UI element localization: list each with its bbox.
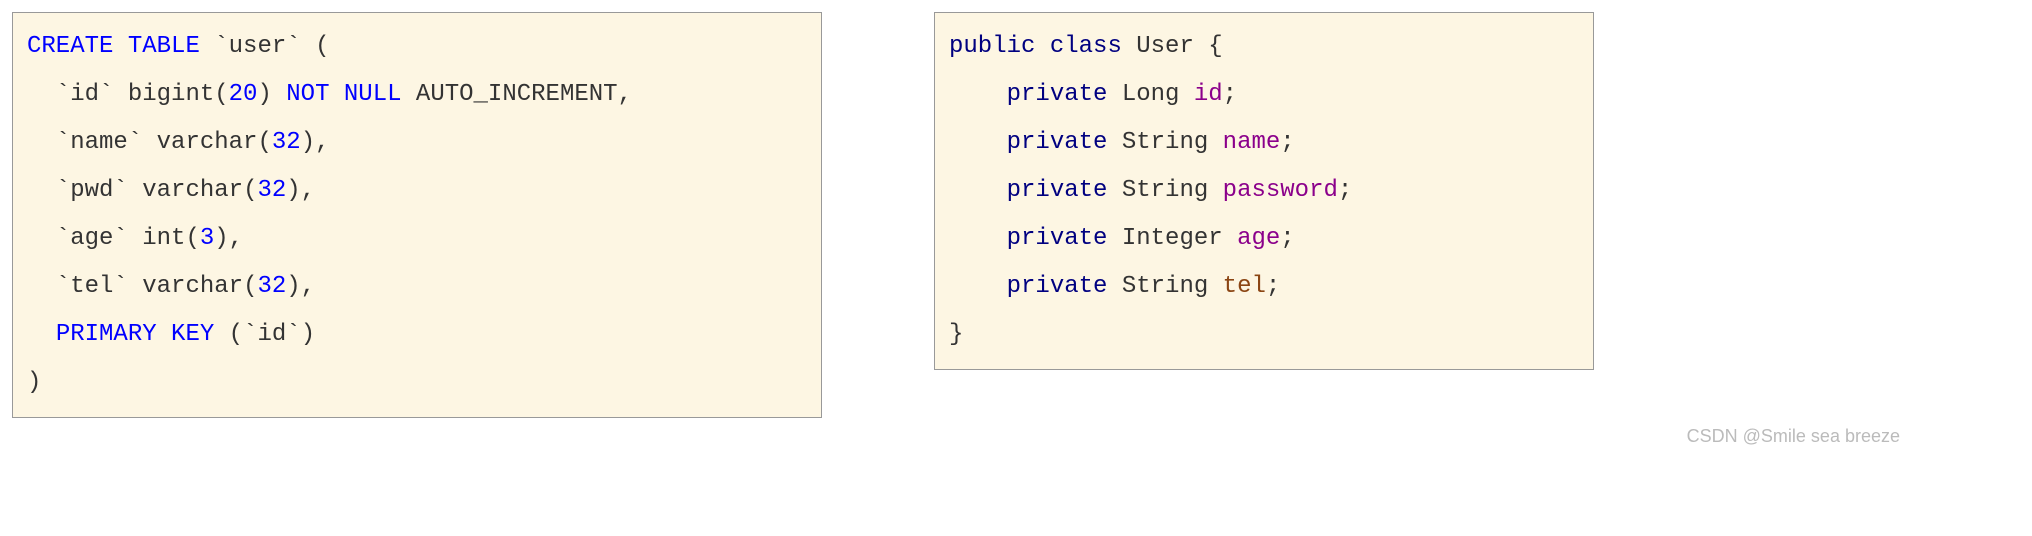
kw-public: public bbox=[949, 33, 1035, 60]
kw-class: class bbox=[1050, 33, 1122, 60]
type-string: String bbox=[1122, 129, 1208, 156]
java-line4: private String password; bbox=[1007, 177, 1353, 204]
java-line5: private Integer age; bbox=[1007, 225, 1295, 252]
type-long: Long bbox=[1122, 81, 1180, 108]
java-line3: private String name; bbox=[1007, 129, 1295, 156]
comma: , bbox=[618, 81, 632, 108]
brace-close: } bbox=[949, 321, 963, 348]
java-line6: private String tel; bbox=[1007, 273, 1281, 300]
fld-tel: tel bbox=[1223, 273, 1266, 300]
paren-close: ) bbox=[27, 369, 41, 396]
kw-not: NOT bbox=[286, 81, 329, 108]
fld-name: name bbox=[1223, 129, 1281, 156]
kw-private: private bbox=[1007, 273, 1108, 300]
java-line1: public class User { bbox=[949, 33, 1223, 60]
col-tel: `tel` bbox=[56, 273, 128, 300]
kw-key: KEY bbox=[171, 321, 214, 348]
semi: ; bbox=[1338, 177, 1352, 204]
sql-line5: `age` int(3), bbox=[56, 225, 243, 252]
kw-private: private bbox=[1007, 129, 1108, 156]
sql-line6: `tel` varchar(32), bbox=[56, 273, 315, 300]
kw-create: CREATE bbox=[27, 33, 113, 60]
sql-line3: `name` varchar(32), bbox=[56, 129, 330, 156]
type-int: int bbox=[142, 225, 185, 252]
kw-table: TABLE bbox=[128, 33, 200, 60]
fld-id: id bbox=[1194, 81, 1223, 108]
col-name: `name` bbox=[56, 129, 142, 156]
java-code-block: public class User { private Long id; pri… bbox=[934, 12, 1594, 370]
type-string: String bbox=[1122, 273, 1208, 300]
num-32b: 32 bbox=[257, 177, 286, 204]
brace-open: { bbox=[1208, 33, 1222, 60]
semi: ; bbox=[1280, 225, 1294, 252]
type-varchar: varchar bbox=[142, 177, 243, 204]
semi: ; bbox=[1280, 129, 1294, 156]
code-comparison-container: CREATE TABLE `user` ( `id` bigint(20) NO… bbox=[12, 12, 2020, 418]
kw-private: private bbox=[1007, 81, 1108, 108]
col-age: `age` bbox=[56, 225, 128, 252]
sql-line7: PRIMARY KEY (`id`) bbox=[56, 321, 315, 348]
sql-line1: CREATE TABLE `user` ( bbox=[27, 33, 329, 60]
kw-private: private bbox=[1007, 225, 1108, 252]
comma: , bbox=[315, 129, 329, 156]
fld-password: password bbox=[1223, 177, 1338, 204]
java-line2: private Long id; bbox=[1007, 81, 1237, 108]
kw-primary: PRIMARY bbox=[56, 321, 157, 348]
col-id: `id` bbox=[56, 81, 114, 108]
kw-private: private bbox=[1007, 177, 1108, 204]
comma: , bbox=[301, 273, 315, 300]
watermark-text: CSDN @Smile sea breeze bbox=[12, 426, 2020, 447]
class-user: User bbox=[1136, 33, 1194, 60]
comma: , bbox=[301, 177, 315, 204]
num-32a: 32 bbox=[272, 129, 301, 156]
num-3: 3 bbox=[200, 225, 214, 252]
fld-age: age bbox=[1237, 225, 1280, 252]
type-bigint: bigint bbox=[128, 81, 214, 108]
comma: , bbox=[229, 225, 243, 252]
paren-open: ( bbox=[315, 33, 329, 60]
col-pwd: `pwd` bbox=[56, 177, 128, 204]
type-integer: Integer bbox=[1122, 225, 1223, 252]
semi: ; bbox=[1223, 81, 1237, 108]
tbl-user: `user` bbox=[214, 33, 300, 60]
sql-code-block: CREATE TABLE `user` ( `id` bigint(20) NO… bbox=[12, 12, 822, 418]
sql-line4: `pwd` varchar(32), bbox=[56, 177, 315, 204]
type-string: String bbox=[1122, 177, 1208, 204]
sql-line2: `id` bigint(20) NOT NULL AUTO_INCREMENT, bbox=[56, 81, 632, 108]
num-20: 20 bbox=[229, 81, 258, 108]
semi: ; bbox=[1266, 273, 1280, 300]
kw-autoinc: AUTO_INCREMENT bbox=[416, 81, 618, 108]
pk-id: `id` bbox=[243, 321, 301, 348]
num-32c: 32 bbox=[257, 273, 286, 300]
kw-null: NULL bbox=[344, 81, 402, 108]
type-varchar: varchar bbox=[157, 129, 258, 156]
type-varchar: varchar bbox=[142, 273, 243, 300]
